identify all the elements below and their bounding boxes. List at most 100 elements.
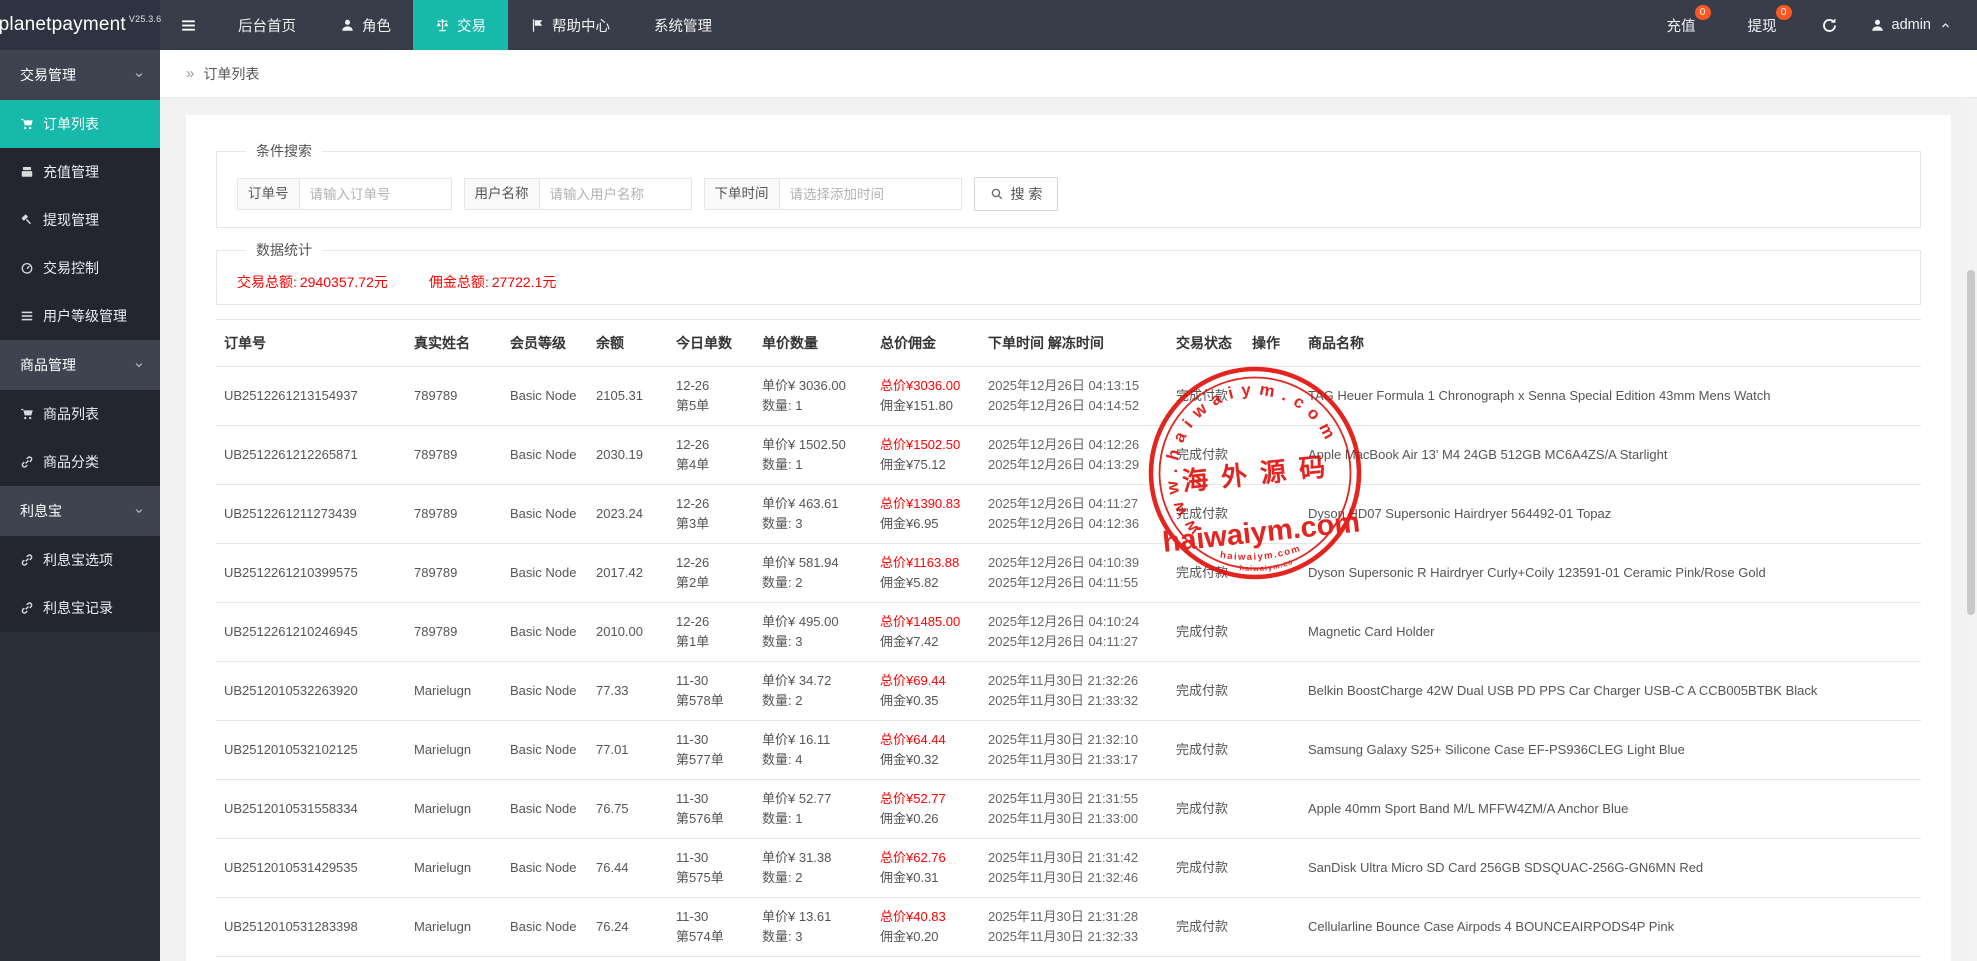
sidebar-item-label: 利息宝选项 [43, 550, 113, 570]
real-name-cell: 789789 [406, 426, 502, 485]
quick-label: 充值 [1667, 15, 1696, 36]
sidebar-item[interactable]: 充值管理 [0, 148, 160, 196]
operation-cell [1244, 662, 1300, 721]
times-cell: 2025年12月26日 04:12:262025年12月26日 04:13:29 [980, 426, 1168, 485]
times-cell: 2025年11月30日 21:32:102025年11月30日 21:33:17 [980, 721, 1168, 780]
price-qty-cell: 单价¥ 31.38数量: 2 [754, 839, 872, 898]
unfreeze-time: 2025年11月30日 21:33:00 [988, 809, 1160, 829]
quantity: 数量: 3 [762, 632, 864, 652]
sidebar-item[interactable]: 商品列表 [0, 390, 160, 438]
order-seq: 第2单 [676, 573, 746, 593]
username: admin [1892, 17, 1932, 33]
total-commission-cell: 总价¥1163.88佣金¥5.82 [872, 544, 980, 603]
refresh-button[interactable] [1803, 0, 1856, 50]
total-commission-cell: 总价¥52.77佣金¥0.26 [872, 780, 980, 839]
link-icon [20, 601, 34, 615]
operation-cell [1244, 898, 1300, 957]
total-price: 总价¥1163.88 [880, 553, 972, 573]
order-time-label: 下单时间 [704, 178, 780, 210]
refresh-icon [1821, 17, 1838, 34]
sidebar-group-title[interactable]: 商品管理 [0, 340, 160, 390]
balance-cell: 2010.00 [588, 603, 668, 662]
table-row: UB2512261211273439789789Basic Node2023.2… [216, 485, 1921, 544]
topnav-item[interactable]: 后台首页 [216, 0, 318, 50]
column-header: 单价数量 [754, 320, 872, 367]
sidebar-group-title[interactable]: 利息宝 [0, 486, 160, 536]
orders-table: 订单号真实姓名会员等级余额今日单数单价数量总价佣金下单时间 解冻时间交易状态操作… [216, 319, 1921, 961]
breadcrumb-arrow-icon: » [186, 65, 194, 82]
balance-cell: 2030.19 [588, 426, 668, 485]
cart-icon [20, 117, 34, 131]
chevron-down-icon [134, 506, 144, 516]
product-name-cell: Belkin BoostCharge 42W Dual USB PD PPS C… [1300, 662, 1921, 721]
real-name-cell: 789789 [406, 544, 502, 603]
group-title-label: 交易管理 [20, 65, 76, 85]
app-logo-text: planetpayment [0, 14, 126, 36]
order-no-cell: UB2512261212265871 [216, 426, 406, 485]
username-field: 用户名称 [464, 178, 692, 210]
sidebar-item[interactable]: 商品分类 [0, 438, 160, 486]
sidebar-item[interactable]: 交易控制 [0, 244, 160, 292]
real-name-cell: Marielugn [406, 662, 502, 721]
times-cell: 2025年12月26日 04:10:242025年12月26日 04:11:27 [980, 603, 1168, 662]
order-date: 12-26 [676, 612, 746, 632]
sidebar-group-title[interactable]: 交易管理 [0, 50, 160, 100]
quantity: 数量: 4 [762, 750, 864, 770]
real-name-cell: Marielugn [406, 957, 502, 961]
order-time-input[interactable] [780, 178, 962, 210]
order-time: 2025年12月26日 04:10:39 [988, 553, 1160, 573]
link-icon [20, 455, 34, 469]
sidebar-item[interactable]: 用户等级管理 [0, 292, 160, 340]
today-orders-cell: 12-26第2单 [668, 544, 754, 603]
status-cell: 完成付款 [1168, 662, 1244, 721]
column-header: 下单时间 解冻时间 [980, 320, 1168, 367]
username-input[interactable] [540, 178, 692, 210]
person-icon [1870, 18, 1885, 33]
stat-label: 交易总额: [237, 274, 297, 290]
topnav-item[interactable]: 交易 [413, 0, 508, 50]
scrollbar-thumb[interactable] [1967, 270, 1975, 615]
today-orders-cell: 11-30第575单 [668, 839, 754, 898]
vertical-scrollbar [1965, 98, 1977, 961]
user-menu[interactable]: admin [1856, 0, 1977, 50]
order-seq: 第3单 [676, 514, 746, 534]
commission: 佣金¥5.82 [880, 573, 972, 593]
topnav-item[interactable]: 帮助中心 [508, 0, 632, 50]
balance-cell: 75.99 [588, 957, 668, 961]
quick-label: 提现 [1748, 15, 1777, 36]
sidebar-toggle-button[interactable] [160, 0, 216, 50]
unit-price: 单价¥ 495.00 [762, 612, 864, 632]
sidebar-item[interactable]: 利息宝选项 [0, 536, 160, 584]
order-time: 2025年11月30日 21:32:10 [988, 730, 1160, 750]
real-name-cell: Marielugn [406, 780, 502, 839]
person-icon [340, 18, 355, 33]
level-cell: Basic Node [502, 485, 588, 544]
balance-cell: 2017.42 [588, 544, 668, 603]
total-commission-cell: 总价¥64.44佣金¥0.32 [872, 721, 980, 780]
table-row: UB2512010532102125MarielugnBasic Node77.… [216, 721, 1921, 780]
topnav-item[interactable]: 系统管理 [632, 0, 734, 50]
topnav-item[interactable]: 角色 [318, 0, 413, 50]
search-button[interactable]: 搜 索 [974, 177, 1059, 211]
topbar-quick-button[interactable]: 充值0 [1641, 0, 1722, 50]
real-name-cell: Marielugn [406, 898, 502, 957]
real-name-cell: Marielugn [406, 721, 502, 780]
order-no-cell: UB2512010531283398 [216, 898, 406, 957]
commission: 佣金¥0.35 [880, 691, 972, 711]
sidebar-item[interactable]: 订单列表 [0, 100, 160, 148]
balance-cell: 2105.31 [588, 367, 668, 426]
operation-cell [1244, 780, 1300, 839]
order-no-input[interactable] [300, 178, 452, 210]
total-price: 总价¥52.77 [880, 789, 972, 809]
today-orders-cell: 11-30第578单 [668, 662, 754, 721]
today-orders-cell: 11-30 [668, 957, 754, 961]
status-cell: 完成付款 [1168, 721, 1244, 780]
topbar-quick-button[interactable]: 提现0 [1722, 0, 1803, 50]
total-commission-stat: 佣金总额:27722.1元 [429, 272, 560, 292]
sidebar-item[interactable]: 利息宝记录 [0, 584, 160, 632]
page-title: 订单列表 [203, 64, 259, 84]
sidebar-item[interactable]: 提现管理 [0, 196, 160, 244]
times-cell: 2025年12月26日 04:13:152025年12月26日 04:14:52 [980, 367, 1168, 426]
commission: 佣金¥151.80 [880, 396, 972, 416]
balance-cell: 77.01 [588, 721, 668, 780]
